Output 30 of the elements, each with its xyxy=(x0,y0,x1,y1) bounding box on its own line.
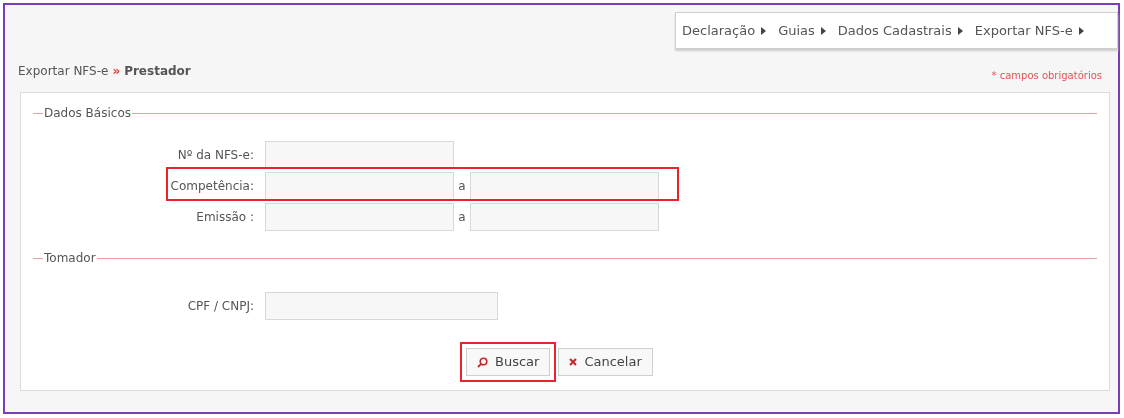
search-icon xyxy=(477,356,488,368)
menu-item[interactable]: Exportar NFS-e xyxy=(974,20,1084,41)
caret-icon xyxy=(761,26,767,35)
range-connector: a xyxy=(457,209,467,226)
input-field[interactable] xyxy=(265,141,454,169)
range-connector: a xyxy=(457,178,467,195)
input-field[interactable] xyxy=(470,203,659,231)
menu-item[interactable]: Dados Cadastrais xyxy=(837,20,963,41)
field-label: CPF / CNPJ: xyxy=(186,298,255,315)
caret-icon xyxy=(957,26,963,35)
field-label: Nº da NFS-e: xyxy=(176,147,255,164)
menu-item[interactable]: Declaração xyxy=(682,20,767,41)
input-field[interactable] xyxy=(265,203,454,231)
search-button[interactable]: Buscar xyxy=(466,348,551,376)
input-field[interactable] xyxy=(265,292,498,320)
cancel-button[interactable]: Cancelar xyxy=(558,348,653,376)
caret-icon xyxy=(1078,26,1084,35)
close-icon xyxy=(569,358,578,366)
menu-item[interactable]: Guias xyxy=(778,20,826,41)
input-field[interactable] xyxy=(265,172,454,200)
input-field[interactable] xyxy=(470,172,659,200)
caret-icon xyxy=(820,26,826,35)
section-legend: Dados Básicos xyxy=(43,104,132,122)
breadcrumb-separator: » xyxy=(112,63,121,80)
required-fields-note: * campos obrigatórios xyxy=(991,69,1102,83)
field-label: Competência: xyxy=(169,178,255,195)
section-legend: Tomador xyxy=(43,249,97,267)
breadcrumb-current: Prestador xyxy=(124,63,191,80)
breadcrumb-link[interactable]: Exportar NFS-e xyxy=(18,62,109,80)
field-label: Emissão : xyxy=(195,209,255,226)
